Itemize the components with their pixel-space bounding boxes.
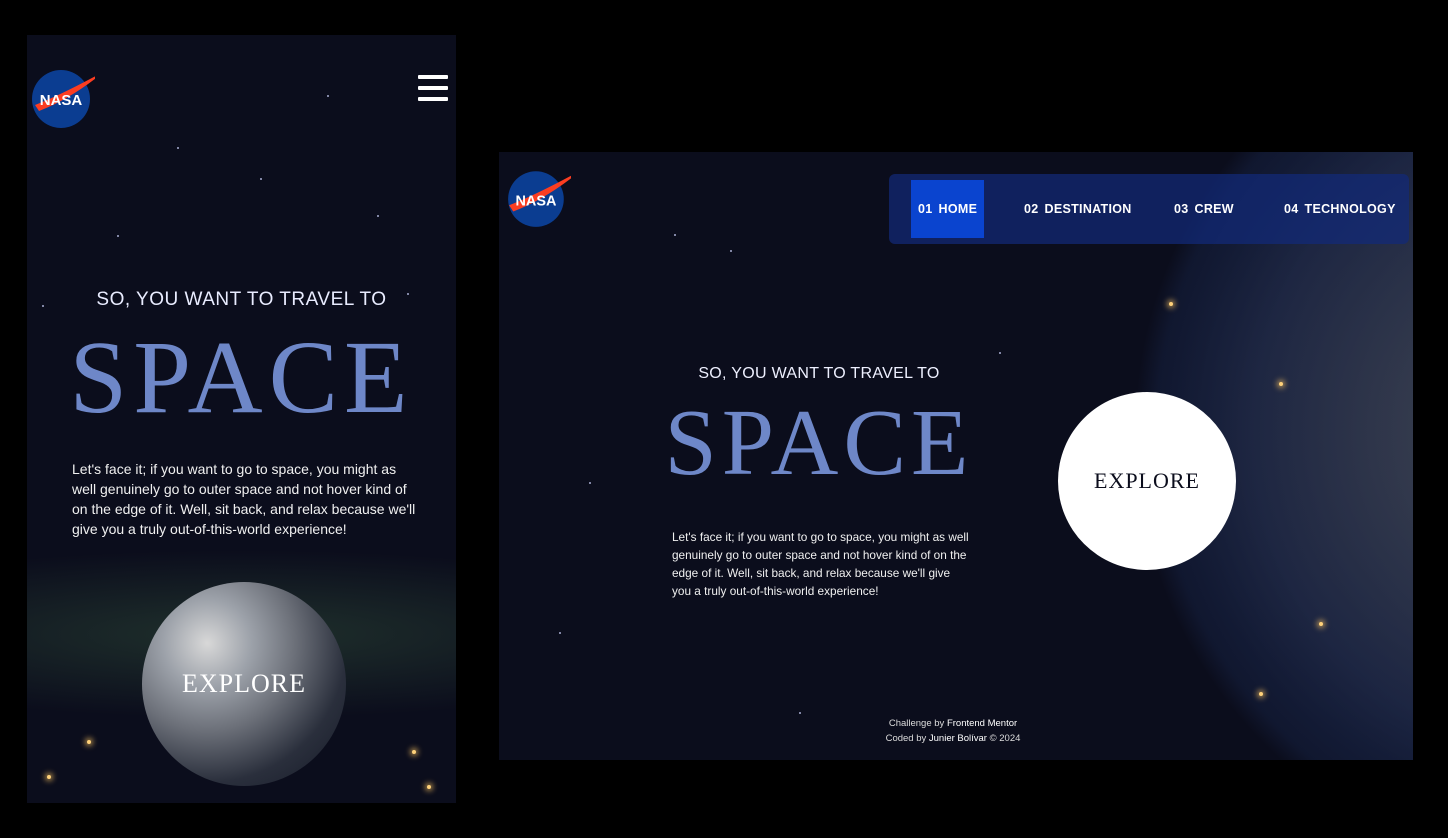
nav-item-label: CREW — [1194, 202, 1234, 216]
frontend-mentor-link[interactable]: Frontend Mentor — [947, 718, 1017, 729]
author-link[interactable]: Junier Bolívar — [929, 733, 987, 744]
footer-challenge-prefix: Challenge by — [888, 718, 945, 729]
hero-kicker: SO, YOU WANT TO TRAVEL TO — [698, 365, 940, 382]
nasa-logo[interactable]: NASA — [505, 164, 571, 230]
main-nav: 01 HOME 02 DESTINATION 03 CREW 04 TECHNO… — [889, 174, 1409, 244]
hero-kicker: SO, YOU WANT TO TRAVEL TO — [96, 289, 387, 310]
nav-item-label: TECHNOLOGY — [1304, 202, 1396, 216]
nav-item-label: HOME — [938, 202, 978, 216]
footer-copyright: © 2024 — [989, 733, 1021, 744]
hero-title: SPACE — [69, 320, 414, 435]
explore-label: EXPLORE — [1094, 468, 1200, 493]
nav-item-number: 02 — [1024, 202, 1039, 216]
nav-item-label: DESTINATION — [1044, 202, 1132, 216]
hero-body: Let's face it; if you want to go to spac… — [672, 530, 969, 598]
nav-item-crew[interactable]: 03 CREW — [1174, 180, 1234, 238]
nav-item-number: 04 — [1284, 202, 1299, 216]
nav-item-number: 03 — [1174, 202, 1189, 216]
hero-body: Let's face it; if you want to go to spac… — [72, 461, 416, 537]
explore-button[interactable]: EXPLORE — [1058, 392, 1236, 570]
nav-item-home[interactable]: 01 HOME — [911, 180, 985, 238]
desktop-view: NASA 01 HOME 02 DESTINATION 03 CREW 04 T… — [499, 152, 1413, 760]
logo-text: NASA — [516, 193, 557, 209]
attribution-footer: Challenge by Frontend Mentor Coded by Ju… — [853, 716, 1053, 746]
hamburger-icon[interactable] — [418, 75, 448, 101]
footer-coded-prefix: Coded by — [885, 733, 927, 744]
footer-line-1: Challenge by Frontend Mentor — [853, 716, 1053, 731]
logo-text: NASA — [40, 92, 83, 109]
nav-item-destination[interactable]: 02 DESTINATION — [1024, 180, 1132, 238]
explore-button[interactable]: EXPLORE — [142, 582, 346, 786]
nav-item-technology[interactable]: 04 TECHNOLOGY — [1284, 180, 1396, 238]
hero-title: SPACE — [664, 391, 974, 495]
footer-line-2: Coded by Junier Bolívar © 2024 — [853, 731, 1053, 746]
mobile-view: NASA SO, YOU WANT TO TRAVEL TO SPACE Let… — [27, 35, 456, 803]
nav-item-number: 01 — [918, 202, 933, 216]
explore-label: EXPLORE — [182, 669, 306, 698]
nasa-logo[interactable]: NASA — [31, 65, 95, 129]
